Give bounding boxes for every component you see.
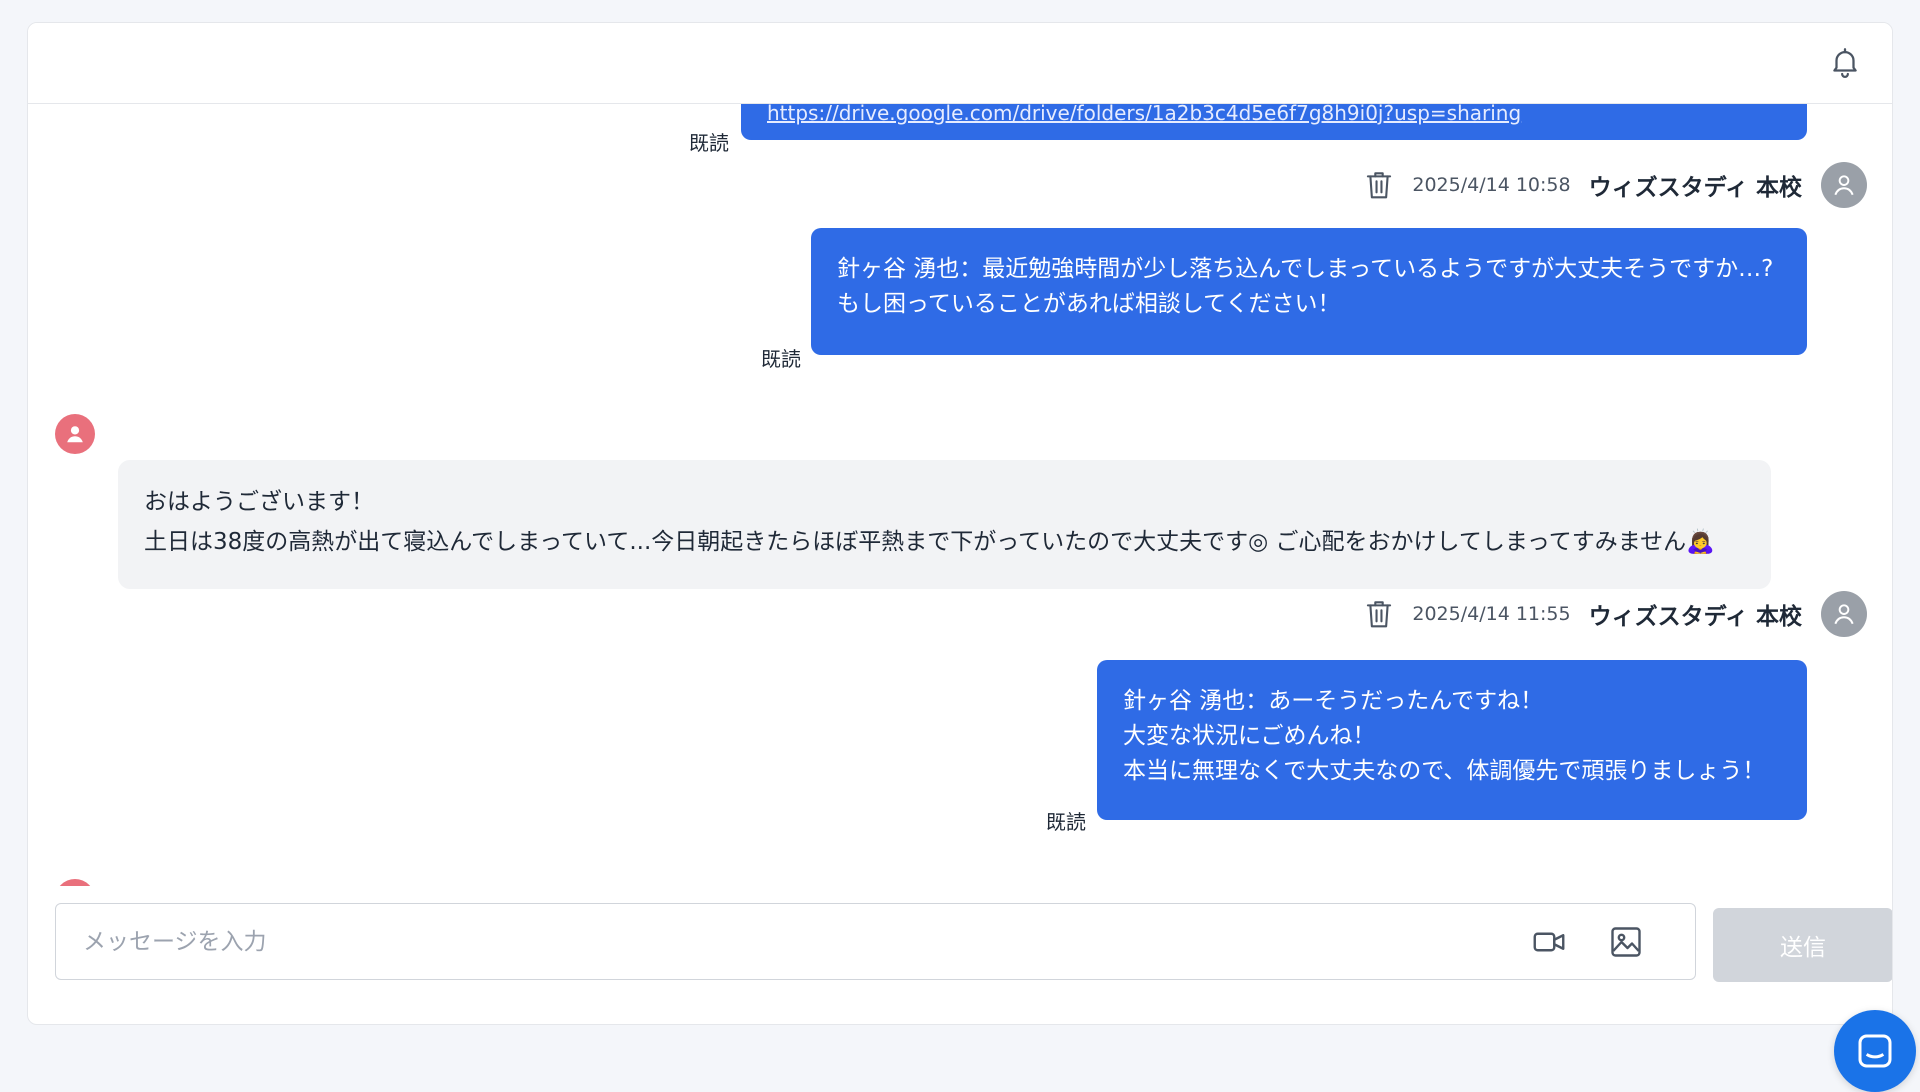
avatar <box>55 879 95 886</box>
shared-link[interactable]: https://drive.google.com/drive/folders/1… <box>767 104 1521 131</box>
chat-bubble-icon <box>1858 1034 1892 1068</box>
message-meta: 2025/4/14 11:55 ウィズスタディ 本校 <box>1364 591 1802 637</box>
chat-header <box>28 23 1892 104</box>
message-meta: 2025/4/14 10:58 ウィズスタディ 本校 <box>1364 162 1802 208</box>
message-timestamp: 2025/4/14 10:58 <box>1412 174 1571 196</box>
trash-icon[interactable] <box>1364 598 1394 630</box>
avatar <box>55 414 95 454</box>
sender-name: ウィズスタディ 本校 <box>1588 175 1802 201</box>
trash-icon[interactable] <box>1364 169 1394 201</box>
send-button[interactable]: 送信 <box>1713 908 1892 982</box>
sender-name: ウィズスタディ 本校 <box>1588 604 1802 630</box>
message-composer <box>55 903 1696 980</box>
user-icon <box>1834 175 1854 196</box>
user-icon <box>67 426 83 443</box>
user-icon <box>1834 604 1854 625</box>
read-receipt: 既読 <box>1046 810 1086 834</box>
outgoing-message-bubble: 針ヶ谷 湧也：あーそうだったんですね！ 大変な状況にごめんね！ 本当に無理なくで… <box>1097 660 1807 820</box>
outgoing-message-bubble: https://drive.google.com/drive/folders/1… <box>741 104 1807 140</box>
message-list[interactable]: 既読 https://drive.google.com/drive/folder… <box>28 104 1892 886</box>
message-input[interactable] <box>56 904 1516 979</box>
read-receipt: 既読 <box>689 131 729 155</box>
outgoing-message-bubble: 針ヶ谷 湧也：最近勉強時間が少し落ち込んでしまっているようですが大丈夫そうですか… <box>811 228 1807 355</box>
avatar <box>1821 591 1867 637</box>
video-camera-icon[interactable] <box>1531 924 1567 960</box>
chat-panel: 既読 https://drive.google.com/drive/folder… <box>27 22 1893 1025</box>
read-receipt: 既読 <box>761 347 801 371</box>
message-timestamp: 2025/4/14 11:55 <box>1412 603 1571 625</box>
incoming-message-bubble: おはようございます！ 土日は38度の高熱が出て寝込んでしまっていて...今日朝起… <box>118 460 1771 589</box>
image-icon[interactable] <box>1608 924 1644 960</box>
bell-icon[interactable] <box>1828 45 1862 79</box>
avatar <box>1821 162 1867 208</box>
